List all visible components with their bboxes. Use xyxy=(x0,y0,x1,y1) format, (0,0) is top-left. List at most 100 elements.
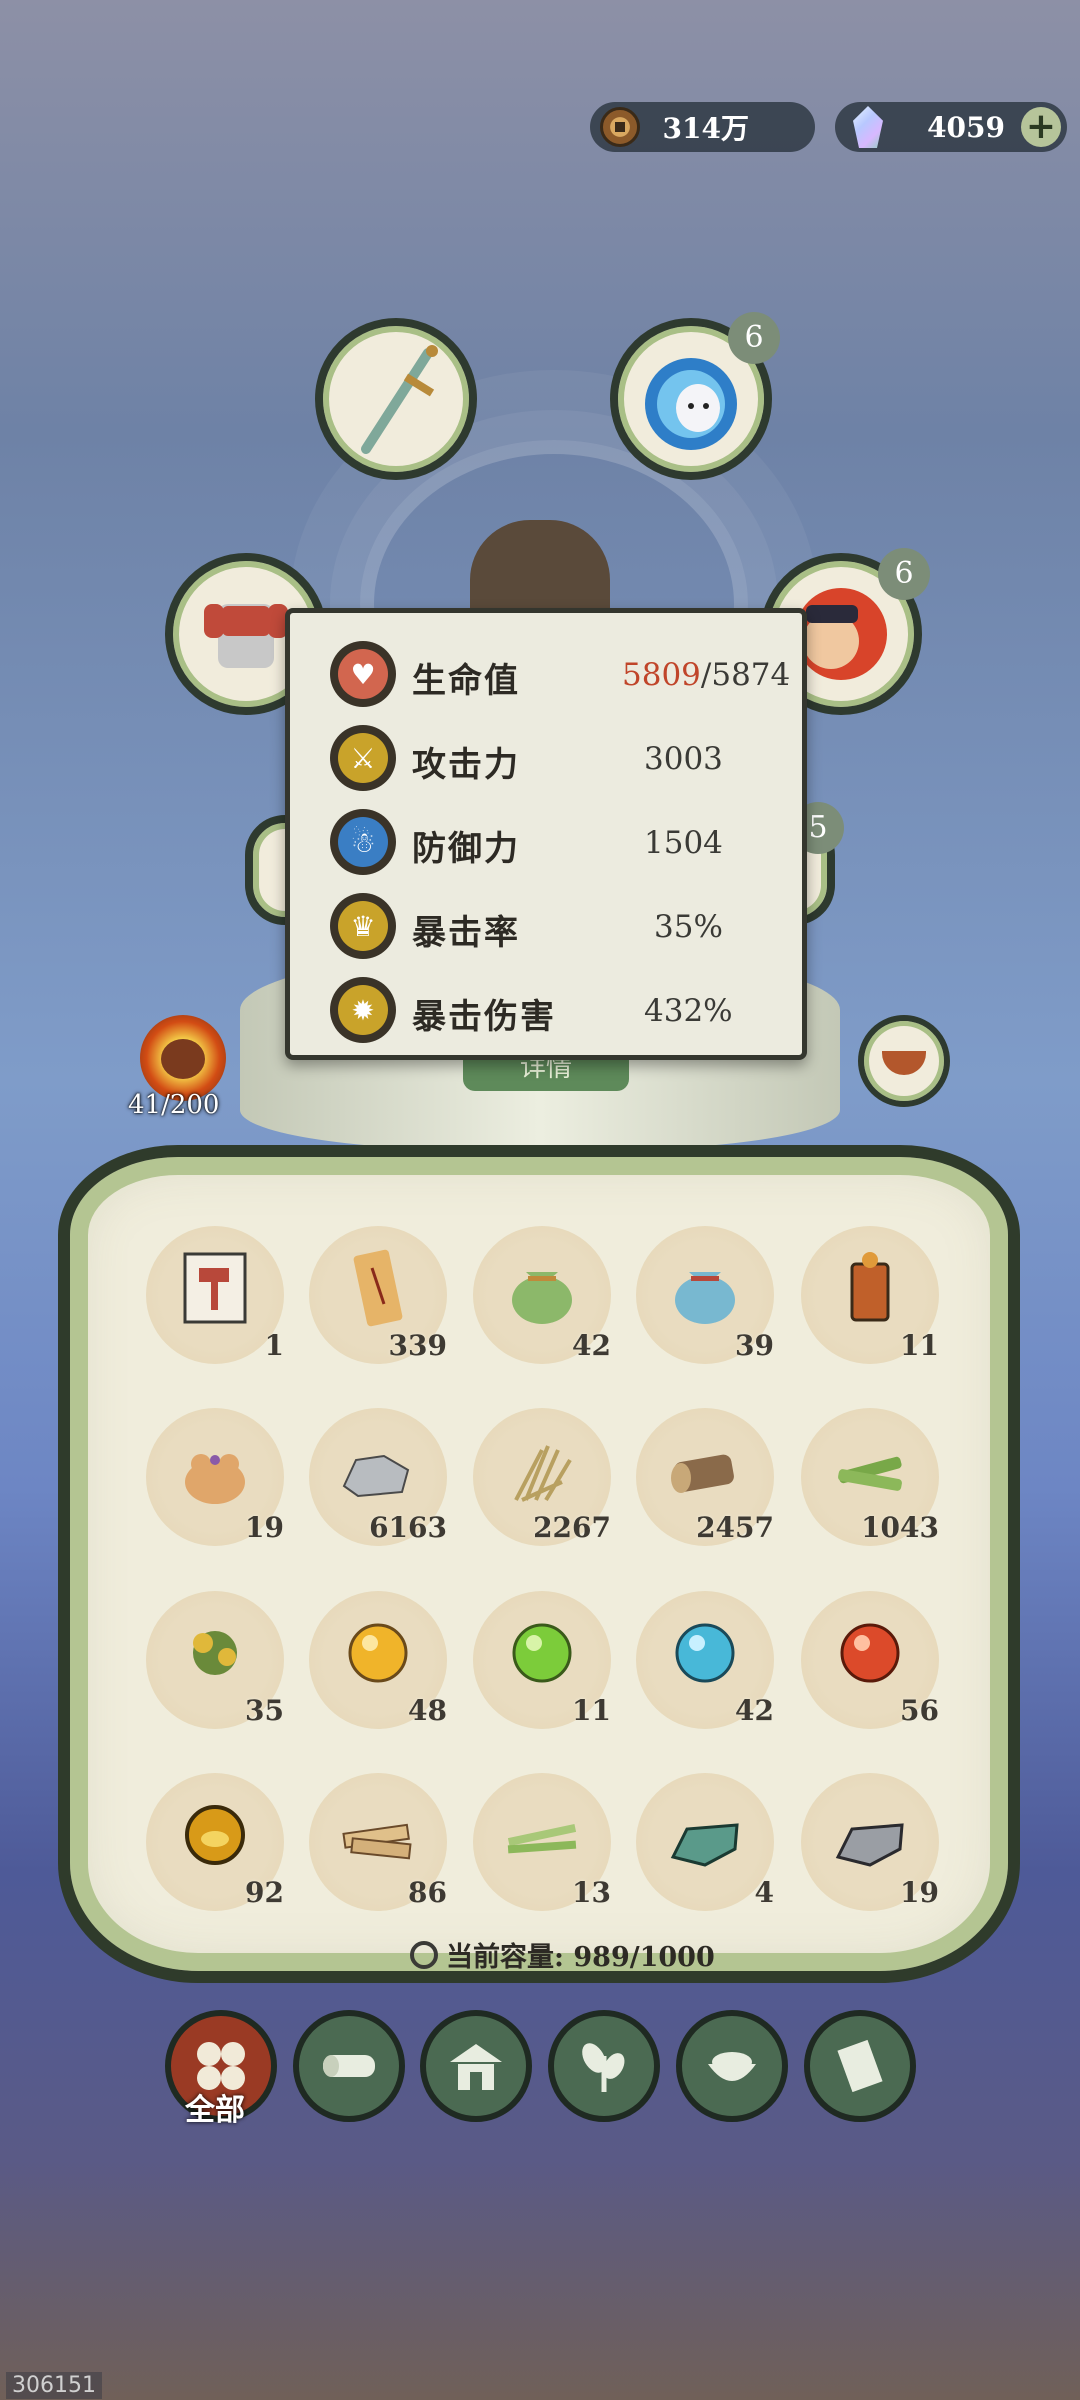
inventory-slot[interactable]: 13 xyxy=(467,1767,617,1917)
item-quantity: 2457 xyxy=(696,1511,774,1544)
stat-label: 暴击率 xyxy=(412,913,520,953)
coin-value: 314万 xyxy=(662,112,749,145)
inventory-slot[interactable]: 1043 xyxy=(795,1402,945,1552)
stat-label: 防御力 xyxy=(412,829,520,869)
inventory-slot[interactable]: 35 xyxy=(140,1585,290,1735)
plank-icon xyxy=(342,1823,412,1860)
person-icon: ☃ xyxy=(330,809,396,875)
crown-icon: ♛ xyxy=(330,893,396,959)
green-orb-icon xyxy=(512,1623,572,1683)
footer-id: 306151 xyxy=(6,2372,102,2399)
coin-icon xyxy=(600,107,640,147)
item-quantity: 42 xyxy=(572,1329,611,1362)
sword-stat-icon: ⚔ xyxy=(330,725,396,791)
orange-pouch-icon xyxy=(185,1454,245,1504)
rage-face-icon xyxy=(161,1039,205,1079)
blue-orb-icon xyxy=(675,1623,735,1683)
hp-max: /5874 xyxy=(700,657,791,693)
item-quantity: 86 xyxy=(408,1876,447,1909)
stat-value: 432% xyxy=(644,993,733,1029)
leaf-icon xyxy=(574,2036,634,2096)
inventory-slot[interactable]: 19 xyxy=(795,1767,945,1917)
stat-label: 攻击力 xyxy=(412,745,520,785)
capacity-icon xyxy=(410,1940,438,1969)
stat-row-defense: ☃ 防御力 1504 xyxy=(330,809,790,879)
inventory-slot[interactable]: 339 xyxy=(303,1220,453,1370)
stat-label: 生命值 xyxy=(412,661,520,701)
spirit-icon xyxy=(645,358,737,450)
equip-slot-sword[interactable] xyxy=(315,318,477,480)
red-orb-icon xyxy=(840,1623,900,1683)
inventory-slot[interactable]: 19 xyxy=(140,1402,290,1552)
grass-icon xyxy=(514,1445,572,1502)
inventory-slot[interactable]: 11 xyxy=(467,1585,617,1735)
item-quantity: 39 xyxy=(735,1329,774,1362)
heart-icon: ♥ xyxy=(330,641,396,707)
scroll-icon xyxy=(830,2036,890,2096)
hp-current: 5809 xyxy=(622,657,701,693)
armor-icon xyxy=(204,604,288,668)
amber-orb-icon xyxy=(185,1805,245,1865)
companion-badge: 6 xyxy=(878,548,930,600)
item-quantity: 13 xyxy=(572,1876,611,1909)
rage-button[interactable] xyxy=(140,1015,226,1101)
add-gems-button[interactable]: + xyxy=(1021,107,1061,147)
inventory-slot[interactable]: 2267 xyxy=(467,1402,617,1552)
inventory-slot[interactable]: 6163 xyxy=(303,1402,453,1552)
inventory-slot[interactable]: 1 xyxy=(140,1220,290,1370)
inventory-slot[interactable]: 56 xyxy=(795,1585,945,1735)
tab-label-all: 全部 xyxy=(185,2093,245,2128)
stone-icon xyxy=(342,1454,410,1498)
burst-icon: ✹ xyxy=(330,977,396,1043)
inventory-slot[interactable]: 42 xyxy=(630,1585,780,1735)
capacity-display: 当前容量: 989/1000 xyxy=(410,1935,715,1974)
log-icon xyxy=(317,2041,381,2091)
spirit-badge: 6 xyxy=(728,312,780,364)
tab-leaf[interactable] xyxy=(548,2010,660,2122)
inventory-slot[interactable]: 86 xyxy=(303,1767,453,1917)
item-quantity: 35 xyxy=(245,1694,284,1727)
item-quantity: 1 xyxy=(264,1329,284,1362)
inventory-slot[interactable]: 11 xyxy=(795,1220,945,1370)
inventory-slot[interactable]: 92 xyxy=(140,1767,290,1917)
capacity-text: 当前容量: 989/1000 xyxy=(446,1942,715,1973)
herb-icon xyxy=(193,1631,237,1675)
tab-scroll[interactable] xyxy=(804,2010,916,2122)
jade-ingot-icon xyxy=(670,1823,739,1867)
food-button[interactable] xyxy=(858,1015,950,1107)
inventory-slot[interactable]: 48 xyxy=(303,1585,453,1735)
item-quantity: 19 xyxy=(900,1876,939,1909)
stat-value: 35% xyxy=(654,909,723,945)
token-icon xyxy=(850,1252,890,1322)
item-quantity: 92 xyxy=(245,1876,284,1909)
item-quantity: 11 xyxy=(900,1329,939,1362)
iron-ingot-icon xyxy=(835,1823,904,1867)
gem-value: 4059 xyxy=(927,110,1005,144)
stat-row-hp: ♥ 生命值 5809/5874 xyxy=(330,641,790,711)
stat-value: 1504 xyxy=(644,825,723,861)
tab-log[interactable] xyxy=(293,2010,405,2122)
inventory-slot[interactable]: 2457 xyxy=(630,1402,780,1552)
bamboo-strip-icon xyxy=(507,1824,577,1854)
green-pouch-icon xyxy=(512,1272,572,1324)
item-quantity: 19 xyxy=(245,1511,284,1544)
bamboo-icon xyxy=(838,1456,902,1491)
coin-counter[interactable]: 314万 xyxy=(590,102,815,152)
stat-row-crit-damage: ✹ 暴击伤害 432% xyxy=(330,977,790,1047)
rage-count: 41/200 xyxy=(128,1090,220,1120)
inventory-slot[interactable]: 39 xyxy=(630,1220,780,1370)
gold-orb-icon xyxy=(348,1623,408,1683)
gem-icon xyxy=(853,106,883,148)
bowl-icon xyxy=(702,2036,762,2096)
item-quantity: 4 xyxy=(754,1876,774,1909)
gem-counter[interactable]: 4059 + xyxy=(835,102,1067,152)
inventory-slot[interactable]: 4 xyxy=(630,1767,780,1917)
stat-label: 暴击伤害 xyxy=(412,997,556,1037)
inventory-slot[interactable]: 42 xyxy=(467,1220,617,1370)
paper-scroll-icon xyxy=(353,1249,403,1327)
tab-bowl[interactable] xyxy=(676,2010,788,2122)
tab-house[interactable] xyxy=(420,2010,532,2122)
item-quantity: 2267 xyxy=(533,1511,611,1544)
stat-row-crit-rate: ♛ 暴击率 35% xyxy=(330,893,790,963)
stat-row-attack: ⚔ 攻击力 3003 xyxy=(330,725,790,795)
